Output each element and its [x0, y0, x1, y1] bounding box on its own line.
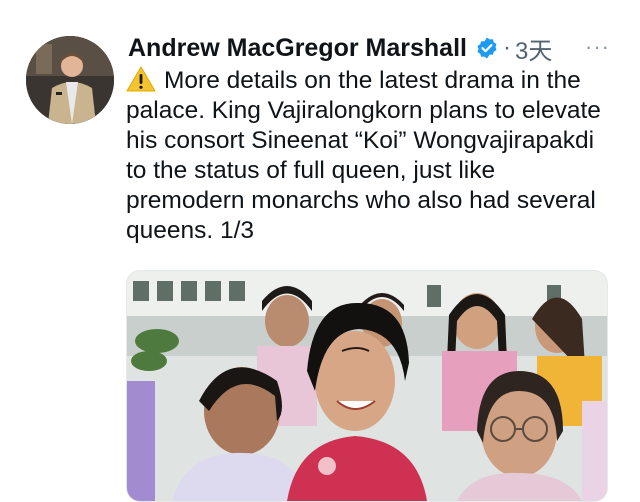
- tweet-text: More details on the latest drama in the …: [126, 66, 616, 246]
- author-name[interactable]: Andrew MacGregor Marshall: [128, 34, 467, 63]
- avatar[interactable]: [26, 36, 114, 124]
- tweet-timestamp[interactable]: 3天: [515, 31, 552, 66]
- more-options-icon[interactable]: ···: [585, 34, 610, 60]
- tweet-body: More details on the latest drama in the …: [126, 67, 601, 244]
- avatar-image: [26, 36, 114, 124]
- separator-dot: ·: [502, 34, 511, 61]
- tweet-header: Andrew MacGregor Marshall · 3天 ···: [128, 30, 610, 66]
- verified-badge-icon: [475, 36, 499, 60]
- tweet-media-image[interactable]: [126, 270, 608, 502]
- warning-emoji-icon: [126, 66, 156, 92]
- photo-group-of-women: [127, 271, 607, 501]
